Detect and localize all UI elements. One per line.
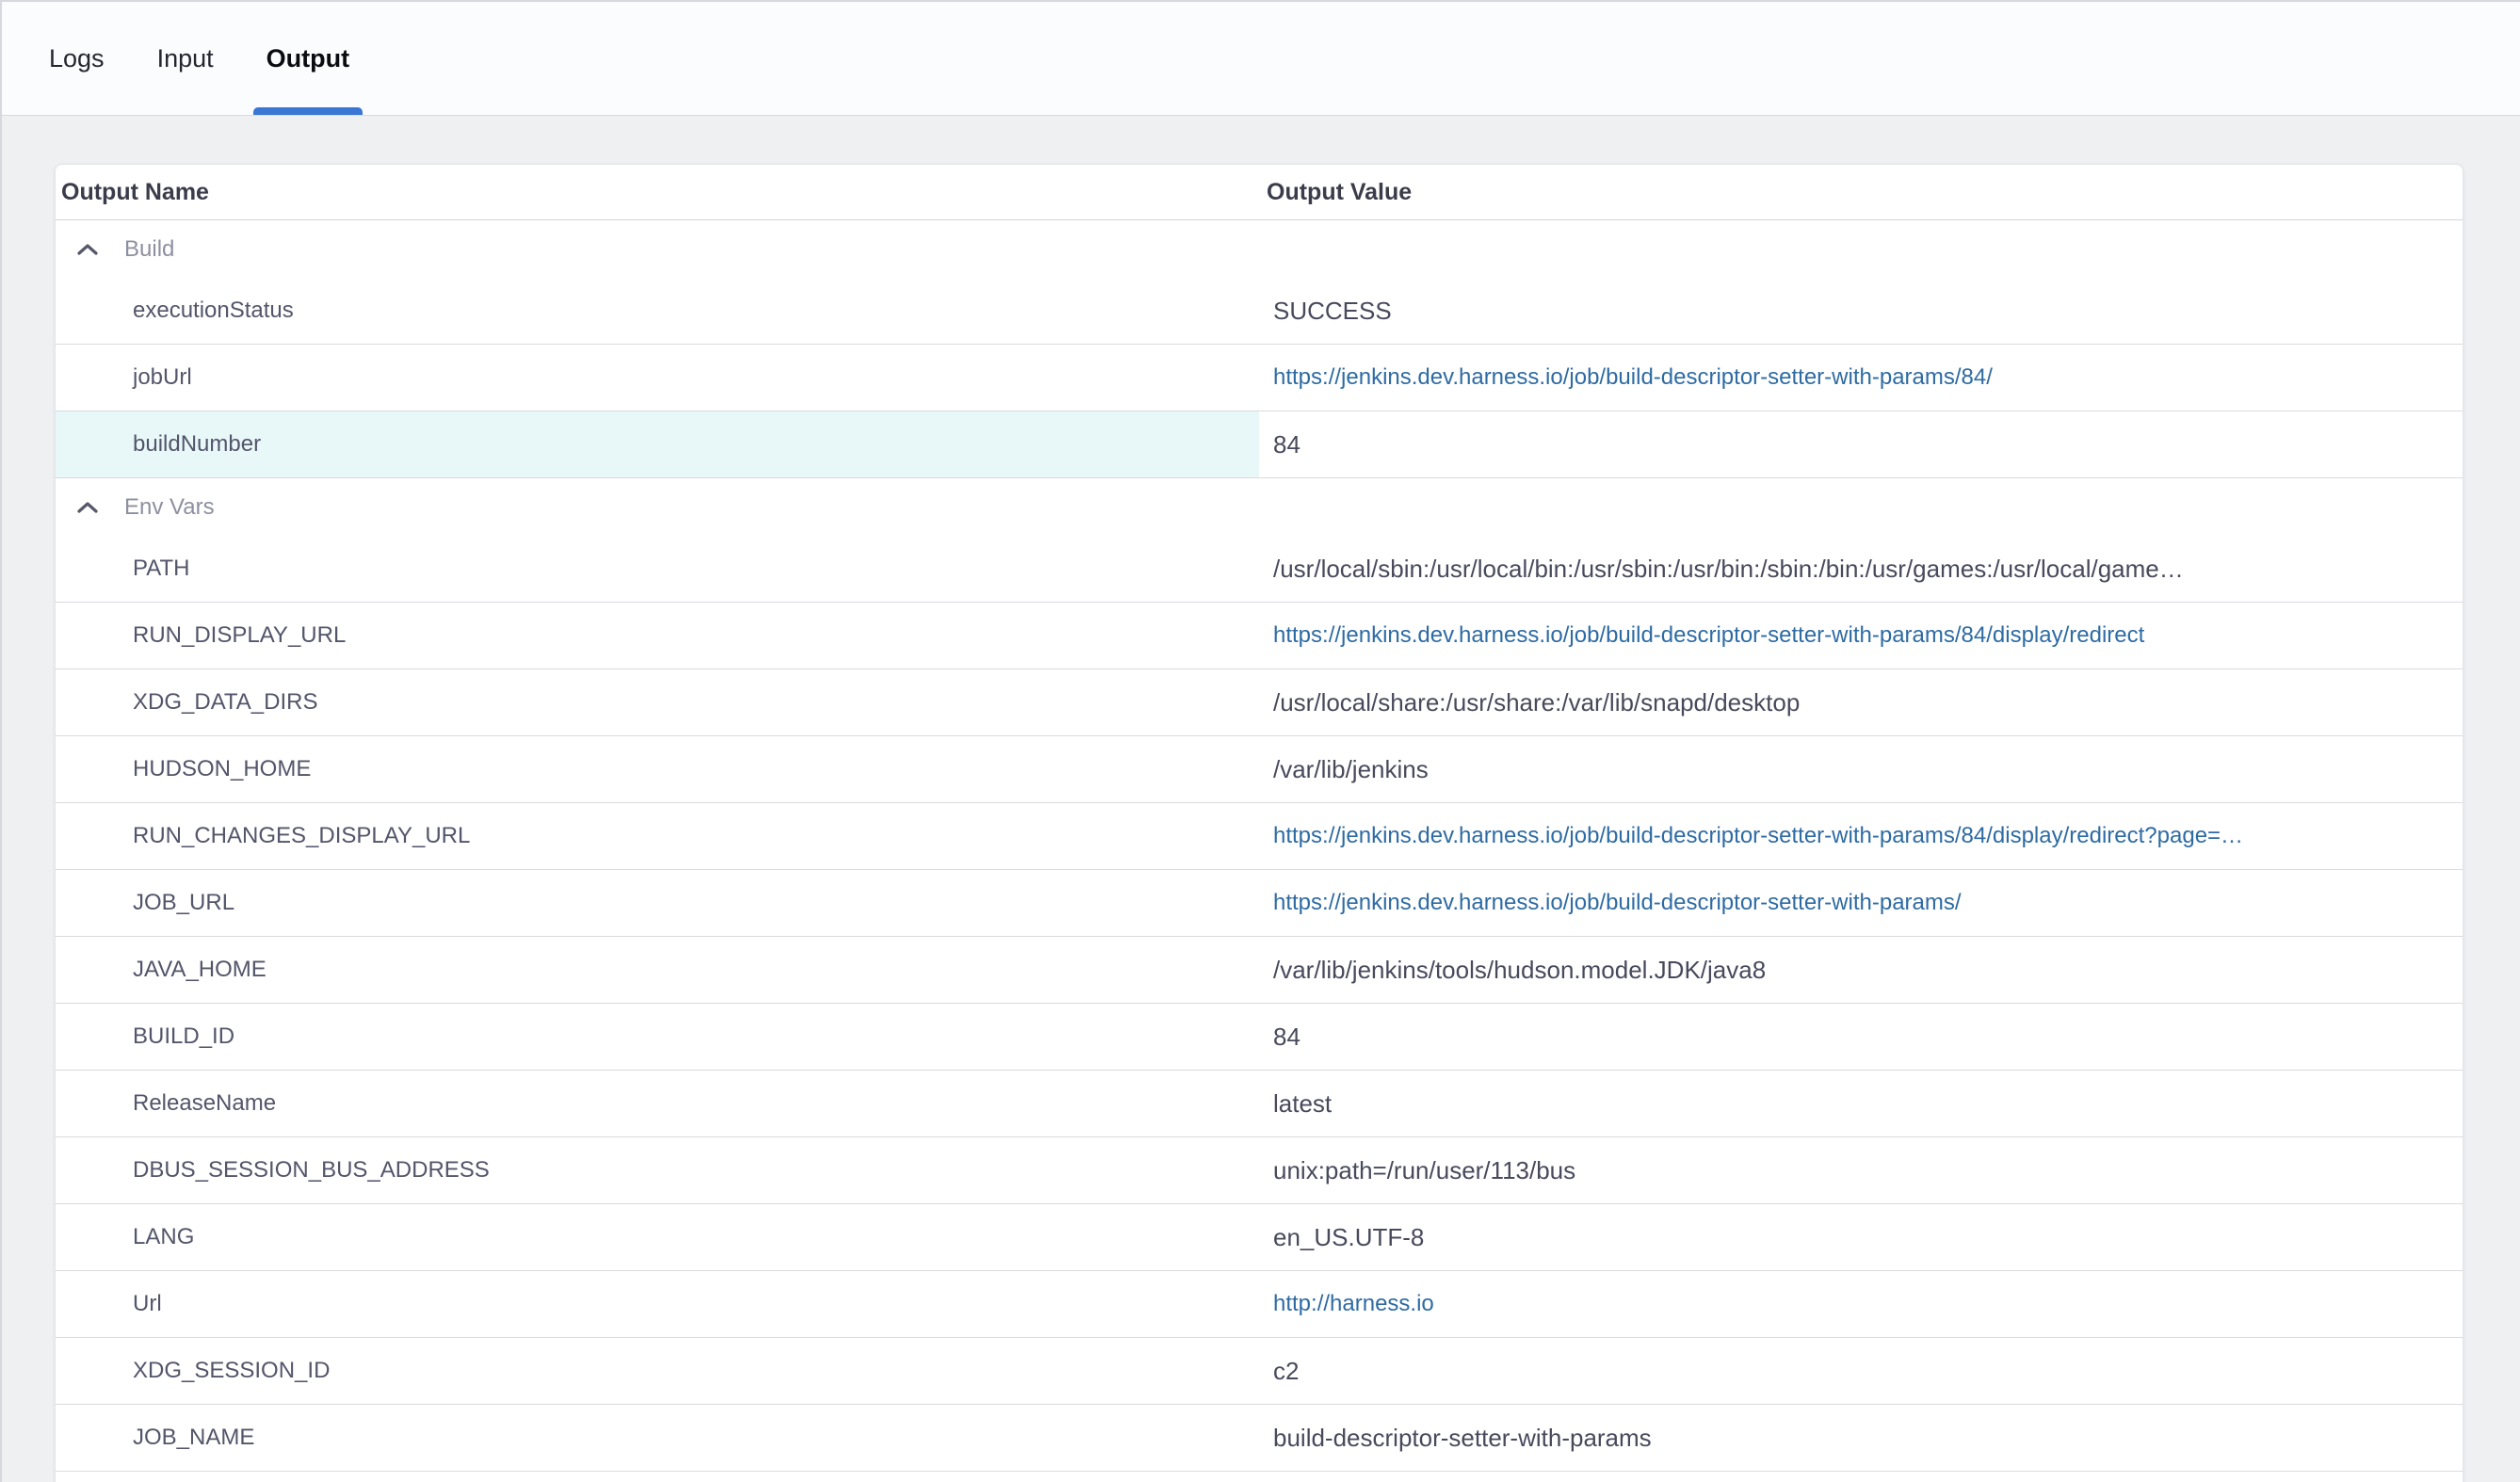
table-header-row: Output Name Output Value	[56, 165, 2463, 220]
table-row: JOB_URL https://jenkins.dev.harness.io/j…	[56, 870, 2463, 937]
output-table-card: Output Name Output Value Build execution…	[55, 164, 2463, 1482]
tab-logs-label: Logs	[49, 44, 105, 73]
tab-logs[interactable]: Logs	[49, 2, 105, 115]
table-row: JOB_NAME build-descriptor-setter-with-pa…	[56, 1405, 2463, 1472]
output-value-cell: 84	[1259, 411, 2463, 477]
output-value-text: /usr/local/sbin:/usr/local/bin:/usr/sbin…	[1273, 555, 2184, 584]
output-value-text: c2	[1273, 1357, 1299, 1386]
output-value-link[interactable]: https://jenkins.dev.harness.io/job/build…	[1273, 622, 2144, 649]
output-name-cell[interactable]: ReleaseName	[56, 1071, 1259, 1136]
tab-output-label: Output	[267, 44, 349, 73]
output-value-cell: https://jenkins.dev.harness.io/job/build…	[1259, 870, 2463, 936]
output-value-cell: /usr/local/sbin:/usr/local/bin:/usr/sbin…	[1259, 536, 2463, 602]
table-row: BUILD_ID 84	[56, 1004, 2463, 1071]
tab-input-label: Input	[157, 44, 214, 73]
column-header-output-name: Output Name	[56, 179, 1259, 206]
output-name-cell[interactable]: JOB_NAME	[56, 1405, 1259, 1471]
output-value-link[interactable]: https://jenkins.dev.harness.io/job/build…	[1273, 890, 1962, 916]
output-value-text: /var/lib/jenkins/tools/hudson.model.JDK/…	[1273, 956, 1766, 985]
tab-output[interactable]: Output	[267, 2, 349, 115]
table-row: JAVA_HOME /var/lib/jenkins/tools/hudson.…	[56, 937, 2463, 1004]
output-value-text: /usr/local/share:/usr/share:/var/lib/sna…	[1273, 688, 1800, 717]
output-name-cell[interactable]: XDG_SESSION_ID	[56, 1338, 1259, 1404]
output-value-link[interactable]: https://jenkins.dev.harness.io/job/build…	[1273, 364, 1993, 391]
active-tab-underline	[253, 107, 363, 115]
output-value-text: unix:path=/run/user/113/bus	[1273, 1156, 1575, 1185]
table-row: DBUS_SESSION_BUS_ADDRESS unix:path=/run/…	[56, 1137, 2463, 1204]
group-label: Build	[124, 236, 174, 263]
chevron-up-icon[interactable]	[76, 500, 99, 515]
table-row: Url http://harness.io	[56, 1271, 2463, 1338]
output-value-cell: /var/lib/jenkins	[1259, 736, 2463, 802]
output-name-cell[interactable]: HUDSON_HOME	[56, 736, 1259, 802]
table-row: LANG en_US.UTF-8	[56, 1204, 2463, 1271]
table-row: ReleaseName latest	[56, 1071, 2463, 1137]
chevron-up-icon[interactable]	[76, 242, 99, 257]
output-value-text: 84	[1273, 1023, 1300, 1052]
output-value-text: latest	[1273, 1089, 1332, 1119]
tab-input[interactable]: Input	[157, 2, 214, 115]
output-name-cell[interactable]: JOB_URL	[56, 870, 1259, 936]
output-value-cell: SUCCESS	[1259, 278, 2463, 344]
output-name-cell[interactable]: RUN_DISPLAY_URL	[56, 603, 1259, 669]
group-label: Env Vars	[124, 494, 215, 521]
output-name-cell[interactable]: DBUS_SESSION_BUS_ADDRESS	[56, 1137, 1259, 1203]
output-name-cell[interactable]: PATH	[56, 536, 1259, 602]
output-name-cell[interactable]: JAVA_HOME	[56, 937, 1259, 1003]
table-row: jobUrl https://jenkins.dev.harness.io/jo…	[56, 345, 2463, 411]
tab-bar: Logs Input Output	[2, 2, 2520, 116]
table-row: XDG_DATA_DIRS /usr/local/share:/usr/shar…	[56, 669, 2463, 736]
output-name-cell[interactable]: BUILD_ID	[56, 1004, 1259, 1070]
output-name-cell[interactable]: jobUrl	[56, 345, 1259, 411]
output-value-cell: 84	[1259, 1004, 2463, 1070]
table-row: buildNumber 84	[56, 411, 2463, 478]
output-name-cell[interactable]: Url	[56, 1271, 1259, 1337]
output-value-cell: https://jenkins.dev.harness.io/job/build…	[1259, 345, 2463, 411]
table-row: RUN_DISPLAY_URL https://jenkins.dev.harn…	[56, 603, 2463, 669]
output-value-cell: c2	[1259, 1338, 2463, 1404]
output-name-cell[interactable]: XDG_DATA_DIRS	[56, 669, 1259, 735]
output-value-cell: latest	[1259, 1071, 2463, 1136]
column-header-output-value: Output Value	[1259, 179, 2463, 206]
output-name-cell[interactable]: LANG	[56, 1204, 1259, 1270]
table-row: PATH /usr/local/sbin:/usr/local/bin:/usr…	[56, 536, 2463, 603]
output-value-cell: build-descriptor-setter-with-params	[1259, 1405, 2463, 1471]
output-value-cell: unix:path=/run/user/113/bus	[1259, 1137, 2463, 1203]
table-row: HUDSON_HOME /var/lib/jenkins	[56, 736, 2463, 803]
output-value-link[interactable]: https://jenkins.dev.harness.io/job/build…	[1273, 823, 2243, 849]
table-row: XDG_SESSION_ID c2	[56, 1338, 2463, 1405]
output-value-text: en_US.UTF-8	[1273, 1223, 1424, 1252]
output-value-cell: http://harness.io	[1259, 1271, 2463, 1337]
output-name-cell[interactable]: buildNumber	[56, 411, 1259, 477]
output-name-cell[interactable]: RUN_CHANGES_DISPLAY_URL	[56, 803, 1259, 869]
group-header-row[interactable]: Build	[56, 220, 2463, 278]
table-body: Build executionStatus SUCCESS jobUrl htt…	[56, 220, 2463, 1472]
table-row: executionStatus SUCCESS	[56, 278, 2463, 345]
output-value-cell: en_US.UTF-8	[1259, 1204, 2463, 1270]
output-value-cell: /usr/local/share:/usr/share:/var/lib/sna…	[1259, 669, 2463, 735]
group-header-row[interactable]: Env Vars	[56, 478, 2463, 536]
output-value-cell: https://jenkins.dev.harness.io/job/build…	[1259, 603, 2463, 669]
output-value-cell: https://jenkins.dev.harness.io/job/build…	[1259, 803, 2463, 869]
output-value-text: build-descriptor-setter-with-params	[1273, 1424, 1652, 1453]
output-name-cell[interactable]: executionStatus	[56, 278, 1259, 344]
output-value-text: SUCCESS	[1273, 297, 1392, 326]
output-tab-panel: Output Name Output Value Build execution…	[2, 116, 2520, 1482]
output-value-cell: /var/lib/jenkins/tools/hudson.model.JDK/…	[1259, 937, 2463, 1003]
table-row: RUN_CHANGES_DISPLAY_URL https://jenkins.…	[56, 803, 2463, 870]
output-value-text: /var/lib/jenkins	[1273, 755, 1429, 784]
output-value-link[interactable]: http://harness.io	[1273, 1291, 1434, 1317]
output-value-text: 84	[1273, 430, 1300, 459]
